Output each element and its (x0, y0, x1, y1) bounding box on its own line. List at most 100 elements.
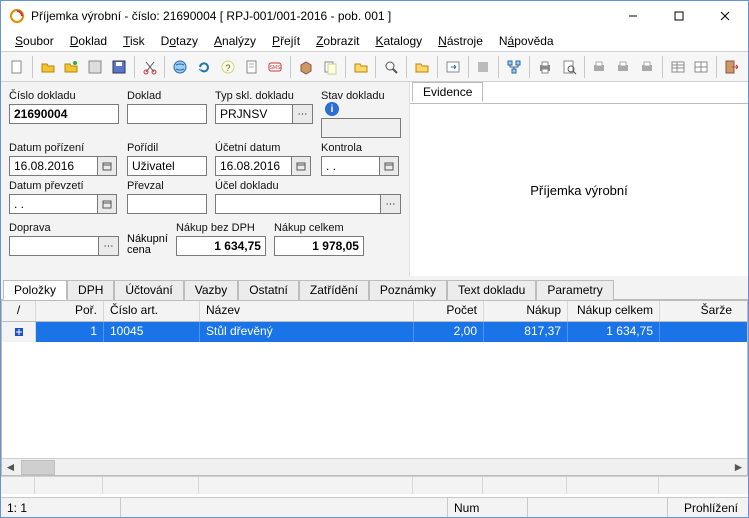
globe-icon[interactable] (168, 56, 192, 78)
doklad-field[interactable] (127, 104, 207, 124)
col-por[interactable]: Poř. (36, 301, 104, 321)
typ-lookup-button[interactable]: ⋯ (293, 104, 313, 124)
preview-icon[interactable] (557, 56, 581, 78)
evidence-body: Příjemka výrobní (410, 103, 748, 276)
grid-footer (1, 476, 748, 494)
scroll-right-icon[interactable]: ► (730, 459, 747, 476)
doc-icon[interactable] (240, 56, 264, 78)
menu-soubor[interactable]: Soubor (7, 32, 62, 50)
menu-zobrazit[interactable]: Zobrazit (308, 32, 367, 50)
tree-icon[interactable] (502, 56, 526, 78)
calendar-icon[interactable] (291, 156, 311, 176)
cell-poc: 2,00 (414, 322, 484, 342)
scrollbar-horizontal[interactable]: ◄ ► (2, 458, 747, 475)
gray-icon[interactable] (472, 56, 496, 78)
scroll-left-icon[interactable]: ◄ (2, 459, 19, 476)
datum-por-label: Datum pořízení (9, 142, 119, 154)
cut-icon[interactable] (138, 56, 162, 78)
ucel-label: Účel dokladu (215, 180, 401, 192)
doprava-field[interactable] (9, 236, 99, 256)
col-poc[interactable]: Počet (414, 301, 484, 321)
statusbar: 1: 1 Num Prohlížení (1, 497, 748, 517)
ucet-dat-field[interactable]: 16.08.2016 (215, 156, 291, 176)
save-icon[interactable] (83, 56, 107, 78)
sms-icon[interactable]: SMS (263, 56, 287, 78)
app-icon (9, 8, 25, 24)
save-disk-icon[interactable] (107, 56, 131, 78)
tab-parametry[interactable]: Parametry (536, 280, 613, 300)
print3-icon[interactable] (611, 56, 635, 78)
cell-name: Stůl dřevěný (200, 322, 414, 342)
form-panel: Číslo dokladu 21690004 Doklad Typ skl. d… (1, 82, 410, 276)
col-sarz[interactable]: Šarže (660, 301, 738, 321)
tab-poznámky[interactable]: Poznámky (369, 280, 447, 300)
menu-nástroje[interactable]: Nástroje (430, 32, 491, 50)
ucel-lookup-button[interactable]: ⋯ (381, 194, 401, 214)
doprava-lookup-button[interactable]: ⋯ (99, 236, 119, 256)
cell-art: 10045 (104, 322, 200, 342)
ucet-dat-label: Účetní datum (215, 142, 313, 154)
datum-prev-label: Datum převzetí (9, 180, 119, 192)
datum-por-field[interactable]: 16.08.2016 (9, 156, 97, 176)
maximize-button[interactable] (656, 1, 702, 31)
info-icon[interactable]: i (325, 102, 339, 116)
print2-icon[interactable] (588, 56, 612, 78)
exit-icon[interactable] (720, 56, 744, 78)
datum-prev-field[interactable]: . . (9, 194, 97, 214)
tab-položky[interactable]: Položky (3, 280, 67, 300)
print-icon[interactable] (533, 56, 557, 78)
grid2-icon[interactable] (690, 56, 714, 78)
menu-doklad[interactable]: Doklad (62, 32, 115, 50)
minimize-button[interactable] (610, 1, 656, 31)
menu-dotazy[interactable]: Dotazy (153, 32, 206, 50)
tab-dph[interactable]: DPH (67, 280, 114, 300)
tab-zatřídění[interactable]: Zatřídění (299, 280, 369, 300)
box-icon[interactable] (294, 56, 318, 78)
ucel-field[interactable] (215, 194, 381, 214)
nakup-celk-field: 1 978,05 (274, 236, 364, 256)
copy-icon[interactable] (318, 56, 342, 78)
print4-icon[interactable] (635, 56, 659, 78)
stav-field (321, 118, 401, 138)
menu-katalogy[interactable]: Katalogy (367, 32, 430, 50)
goto-icon[interactable] (441, 56, 465, 78)
col-nak[interactable]: Nákup (484, 301, 568, 321)
menu-tisk[interactable]: Tisk (115, 32, 153, 50)
tab-vazby[interactable]: Vazby (184, 280, 238, 300)
col-name[interactable]: Název (200, 301, 414, 321)
col-handle[interactable]: / (2, 301, 36, 321)
calendar-icon[interactable] (97, 156, 117, 176)
menu-analýzy[interactable]: Analýzy (206, 32, 264, 50)
folder2-icon[interactable] (410, 56, 434, 78)
poridil-field[interactable]: Uživatel (127, 156, 207, 176)
grid-icon[interactable] (666, 56, 690, 78)
tab-text-dokladu[interactable]: Text dokladu (447, 280, 536, 300)
open-icon[interactable] (36, 56, 60, 78)
menu-nápověda[interactable]: Nápověda (491, 32, 562, 50)
menu-přejít[interactable]: Přejít (264, 32, 308, 50)
prevzal-field[interactable] (127, 194, 207, 214)
help-icon[interactable]: ? (216, 56, 240, 78)
refresh-icon[interactable] (192, 56, 216, 78)
table-row[interactable]: 1 10045 Stůl dřevěný 2,00 817,37 1 634,7… (2, 322, 747, 342)
scroll-thumb[interactable] (21, 460, 55, 475)
new-icon[interactable] (5, 56, 29, 78)
doc-no-field[interactable]: 21690004 (9, 104, 119, 124)
tab-ostatní[interactable]: Ostatní (238, 280, 299, 300)
typ-field[interactable]: PRJNSV (215, 104, 293, 124)
col-art[interactable]: Číslo art. (104, 301, 200, 321)
find-icon[interactable] (379, 56, 403, 78)
close-button[interactable] (702, 1, 748, 31)
nakup-cena-label2: cena (127, 245, 168, 256)
nakup-celk-label: Nákup celkem (274, 222, 364, 234)
folder-icon[interactable] (349, 56, 373, 78)
open2-icon[interactable] (59, 56, 83, 78)
kontrola-field[interactable]: . . (321, 156, 379, 176)
calendar-icon[interactable] (97, 194, 117, 214)
calendar-icon[interactable] (379, 156, 399, 176)
doprava-label: Doprava (9, 222, 119, 234)
tab-evidence[interactable]: Evidence (412, 82, 483, 102)
tab-účtování[interactable]: Účtování (114, 280, 183, 300)
cell-sarz (660, 322, 738, 342)
col-nakc[interactable]: Nákup celkem (568, 301, 660, 321)
